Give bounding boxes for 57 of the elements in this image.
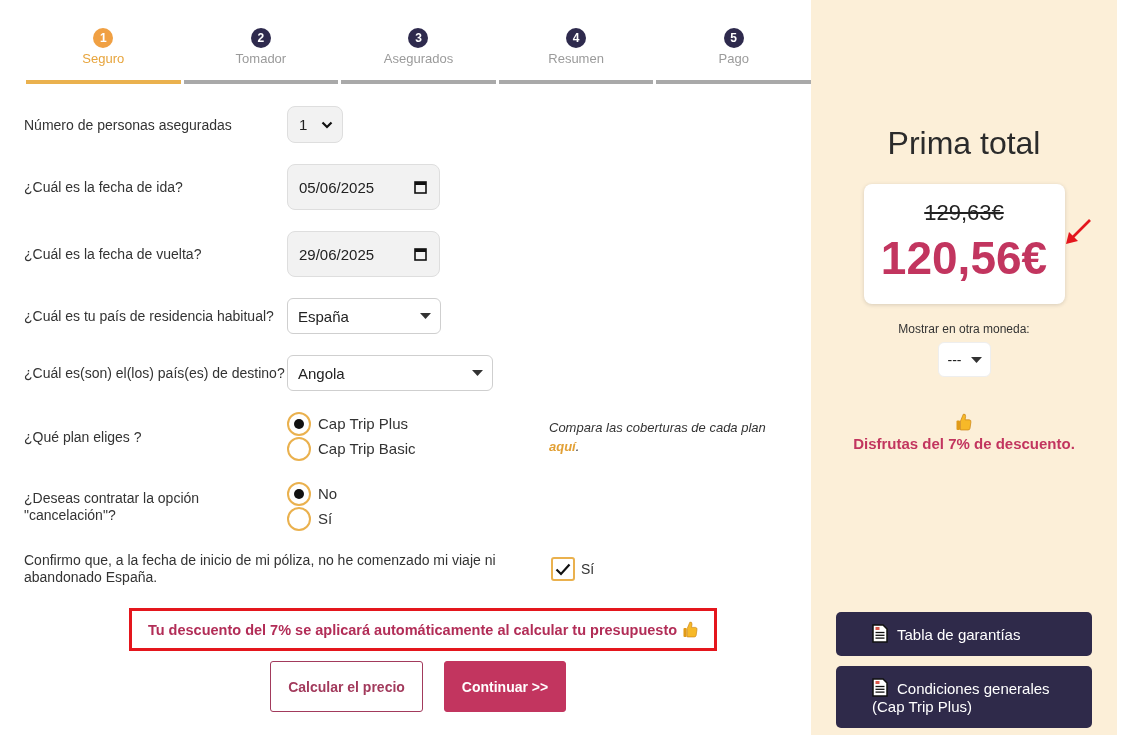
- caret-down-icon: [472, 370, 483, 376]
- step-number: 1: [93, 28, 114, 48]
- document-icon: [872, 678, 888, 697]
- field-label: ¿Deseas contratar la opción "cancelación"?: [24, 489, 201, 524]
- calculate-button[interactable]: Calcular el precio: [270, 661, 423, 712]
- select-field[interactable]: 1: [287, 106, 343, 143]
- document-button[interactable]: Tabla de garantías: [836, 612, 1092, 656]
- option-label: Cap Trip Plus: [318, 414, 409, 434]
- calendar-icon: [414, 180, 427, 194]
- document-button[interactable]: Condiciones generales (Cap Trip Plus): [836, 666, 1092, 728]
- option-label: Cap Trip Basic: [318, 439, 416, 459]
- field-label: ¿Qué plan eliges ?: [24, 428, 142, 446]
- chevron-down-icon: [321, 120, 333, 129]
- select-field[interactable]: Angola: [287, 355, 493, 391]
- compare-note: Compara las coberturas de cada plan aquí.: [549, 418, 767, 456]
- step-number: 2: [250, 28, 271, 48]
- radio-button[interactable]: [287, 412, 311, 436]
- step-number: 5: [723, 28, 744, 48]
- field-label: Número de personas aseguradas: [24, 116, 232, 134]
- step-label: Asegurados: [383, 51, 454, 67]
- date-field[interactable]: 05/06/2025: [287, 164, 440, 210]
- date-field[interactable]: 29/06/2025: [287, 231, 440, 277]
- total-price: 120,56€: [880, 232, 1048, 284]
- radio-button[interactable]: [287, 437, 311, 461]
- step-number: 4: [566, 28, 587, 48]
- field-label: ¿Cuál es la fecha de ida?: [24, 179, 183, 196]
- currency-select[interactable]: ---: [937, 342, 991, 377]
- checkbox-label: Sí: [581, 561, 595, 577]
- checkmark-icon: [555, 562, 571, 576]
- discount-notice: Tu descuento del 7% se aplicará automáticamente al calcular tu presupuesto: [147, 621, 678, 638]
- select-field[interactable]: España: [287, 298, 441, 334]
- option-label: Sí: [318, 509, 333, 529]
- caret-down-icon: [970, 356, 982, 363]
- continue-button[interactable]: Continuar >>: [444, 661, 566, 712]
- option-label: No: [318, 484, 338, 504]
- old-price: 129,63€: [924, 200, 1004, 226]
- step-number: 3: [408, 28, 429, 48]
- radio-button[interactable]: [287, 482, 311, 506]
- step-label: Resumen: [548, 51, 604, 67]
- thumbs-up-icon: [683, 621, 699, 638]
- checkbox[interactable]: [551, 557, 575, 581]
- step-label: Tomador: [235, 51, 287, 67]
- radio-button[interactable]: [287, 507, 311, 531]
- step-label: Pago: [718, 51, 749, 67]
- document-icon: [872, 624, 888, 643]
- currency-label: Mostrar en otra moneda:: [898, 322, 1030, 336]
- arrow-icon: [1064, 218, 1092, 246]
- confirm-text: Confirmo que, a la fecha de inicio de mi póliza, no he comenzado mi viaje ni abandonado España.: [24, 552, 497, 586]
- field-label: ¿Cuál es la fecha de vuelta?: [24, 246, 202, 263]
- caret-down-icon: [420, 313, 431, 319]
- field-label: ¿Cuál es tu país de residencia habitual?: [24, 308, 274, 325]
- discount-text: Disfrutas del 7% de descuento.: [853, 434, 1075, 452]
- field-label: ¿Cuál es(son) el(los) país(es) de destino?: [24, 365, 285, 382]
- step-label: Seguro: [82, 51, 125, 67]
- thumbs-up-icon: [956, 413, 972, 431]
- panel-title: Prima total: [887, 125, 1041, 161]
- calendar-icon: [414, 247, 427, 261]
